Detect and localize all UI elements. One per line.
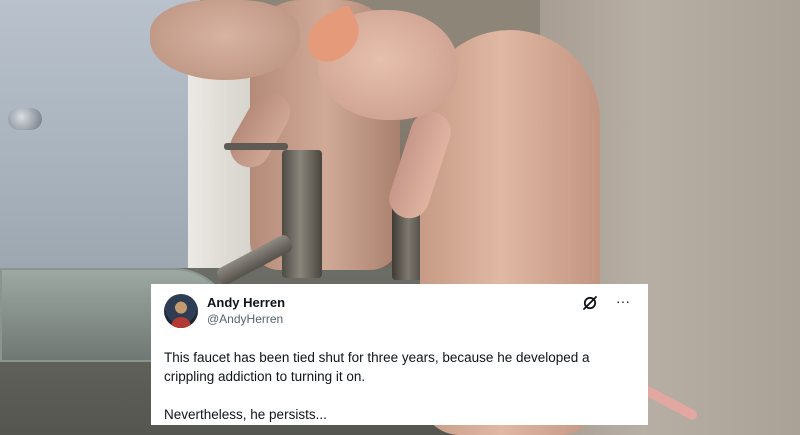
faucet [282,150,322,278]
towel [188,70,252,275]
author-handle[interactable]: @AndyHerren [207,312,283,326]
cat-reflection-head [150,0,300,80]
author-name[interactable]: Andy Herren [207,295,285,310]
tweet-text-line: Nevertheless, he persists... [164,407,327,422]
avatar-shirt [171,317,191,328]
tweet-text-line: crippling addiction to turning it on. [164,369,366,384]
tweet-text-line: This faucet has been tied shut for three… [164,350,590,365]
avatar[interactable] [164,294,198,328]
faucet-handle [224,143,288,150]
tweet-text: This faucet has been tied shut for three… [164,348,635,424]
tweet-header: Andy Herren @AndyHerren ··· [164,293,635,329]
door-knob [8,108,42,130]
tweet-card: Andy Herren @AndyHerren ··· This faucet … [151,284,648,425]
more-icon[interactable]: ··· [616,294,630,308]
grok-icon[interactable] [582,295,598,311]
